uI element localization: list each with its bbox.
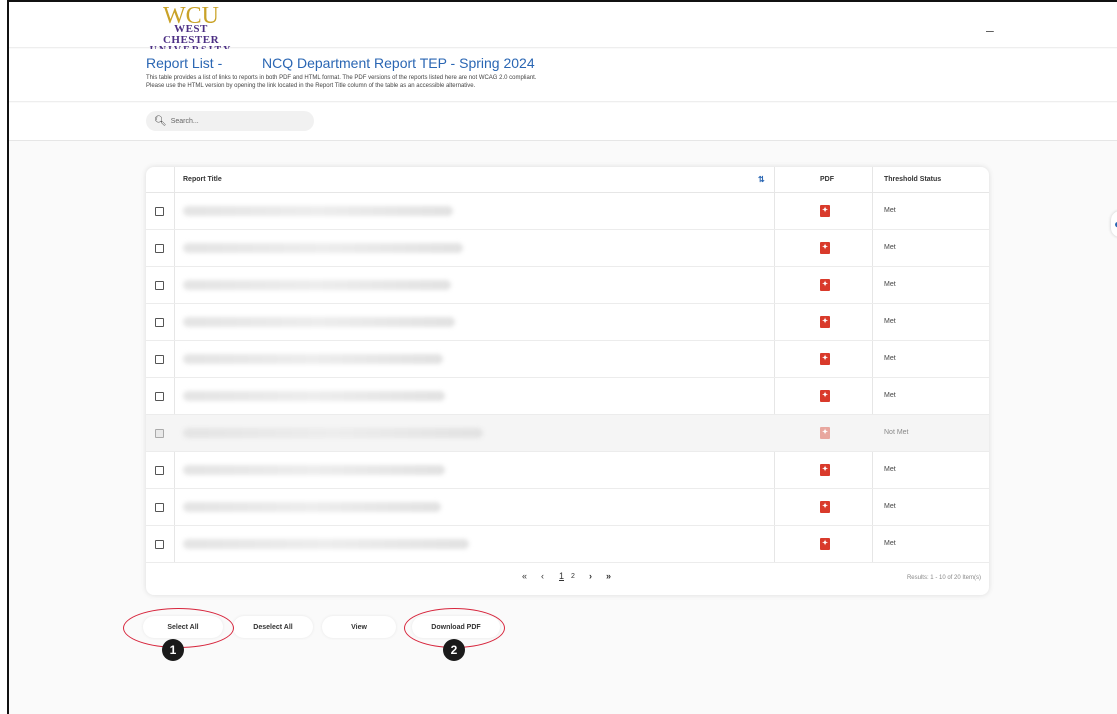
report-title-link[interactable] — [183, 243, 463, 253]
column-pdf: PDF — [820, 176, 834, 183]
next-page-button[interactable]: › — [589, 571, 592, 581]
table-header: Report Title ⇅ PDF Threshold Status — [146, 167, 989, 193]
threshold-status: Met — [884, 392, 896, 399]
pdf-icon[interactable]: ✦ — [820, 353, 830, 365]
threshold-status: Met — [884, 207, 896, 214]
report-table: Report Title ⇅ PDF Threshold Status ✦ Met… — [146, 167, 989, 595]
description-line-1: This table provides a list of links to r… — [146, 75, 537, 81]
column-report-title[interactable]: Report Title — [183, 176, 222, 183]
table-row: ✦ Met — [146, 304, 989, 341]
row-checkbox[interactable] — [155, 207, 164, 216]
minimize-icon[interactable]: – — [986, 22, 994, 38]
pagination: « ‹ 1 2 › » Results: 1 - 10 of 20 Item(s… — [146, 563, 989, 595]
app-frame: WCU WEST CHESTER UNIVERSITY – Report Lis… — [7, 0, 1117, 714]
table-row: ✦ Met — [146, 526, 989, 563]
pdf-icon[interactable]: ✦ — [820, 205, 830, 217]
report-title-link[interactable] — [183, 391, 445, 401]
page-1-button[interactable]: 1 — [559, 571, 564, 581]
annotation-badge-2: 2 — [443, 639, 465, 661]
pdf-icon[interactable]: ✦ — [820, 316, 830, 328]
row-checkbox[interactable] — [155, 318, 164, 327]
report-title-link[interactable] — [183, 354, 443, 364]
row-checkbox[interactable] — [155, 281, 164, 290]
table-row: ✦ Met — [146, 489, 989, 526]
view-button[interactable]: View — [322, 616, 396, 638]
table-row: ✦ Met — [146, 230, 989, 267]
prev-page-button[interactable]: ‹ — [541, 571, 544, 581]
report-title-link[interactable] — [183, 539, 469, 549]
report-description: This table provides a list of links to r… — [146, 74, 746, 90]
row-checkbox — [155, 429, 164, 438]
top-bar: WCU WEST CHESTER UNIVERSITY – — [9, 2, 1117, 56]
logo-wcu: WCU — [163, 3, 219, 29]
threshold-status: Met — [884, 355, 896, 362]
report-title-link[interactable] — [183, 280, 451, 290]
threshold-status: Met — [884, 318, 896, 325]
pdf-icon[interactable]: ✦ — [820, 464, 830, 476]
report-title-link[interactable] — [183, 428, 483, 438]
column-threshold-status: Threshold Status — [884, 176, 942, 183]
pdf-icon: ✦ — [820, 427, 830, 439]
report-title-link[interactable] — [183, 502, 441, 512]
row-checkbox[interactable] — [155, 244, 164, 253]
pdf-icon[interactable]: ✦ — [820, 279, 830, 291]
report-name: NCQ Department Report TEP - Spring 2024 — [262, 55, 535, 71]
threshold-status: Not Met — [884, 429, 909, 436]
search-bar: 🔍︎ Search... — [9, 103, 1117, 141]
table-row: ✦ Met — [146, 193, 989, 230]
first-page-button[interactable]: « — [522, 571, 527, 581]
table-row: ✦ Not Met — [146, 415, 989, 452]
table-row: ✦ Met — [146, 267, 989, 304]
threshold-status: Met — [884, 281, 896, 288]
description-line-2: Please use the HTML version by opening t… — [146, 83, 476, 89]
pdf-icon[interactable]: ✦ — [820, 538, 830, 550]
report-list-label: Report List - — [146, 55, 223, 71]
table-row: ✦ Met — [146, 452, 989, 489]
search-input[interactable]: 🔍︎ Search... — [146, 111, 314, 131]
report-title-link[interactable] — [183, 465, 445, 475]
sort-icon[interactable]: ⇅ — [758, 175, 765, 184]
deselect-all-button[interactable]: Deselect All — [233, 616, 313, 638]
search-icon: 🔍︎ — [154, 115, 167, 127]
threshold-status: Met — [884, 503, 896, 510]
row-checkbox[interactable] — [155, 355, 164, 364]
table-row: ✦ Met — [146, 341, 989, 378]
report-header: Report List - NCQ Department Report TEP … — [9, 49, 1117, 102]
results-count: Results: 1 - 10 of 20 Item(s) — [906, 575, 981, 581]
logo-west-chester: WEST CHESTER — [162, 23, 220, 46]
pdf-icon[interactable]: ✦ — [820, 501, 830, 513]
report-title-link[interactable] — [183, 206, 453, 216]
row-checkbox[interactable] — [155, 392, 164, 401]
accessibility-icon[interactable]: ● — [1111, 211, 1117, 237]
search-placeholder: Search... — [170, 117, 199, 125]
row-checkbox[interactable] — [155, 466, 164, 475]
threshold-status: Met — [884, 244, 896, 251]
last-page-button[interactable]: » — [606, 571, 611, 581]
threshold-status: Met — [884, 540, 896, 547]
row-checkbox[interactable] — [155, 503, 164, 512]
row-checkbox[interactable] — [155, 540, 164, 549]
report-title-link[interactable] — [183, 317, 455, 327]
annotation-badge-1: 1 — [162, 639, 184, 661]
page-2-button[interactable]: 2 — [571, 573, 575, 580]
threshold-status: Met — [884, 466, 896, 473]
table-row: ✦ Met — [146, 378, 989, 415]
pdf-icon[interactable]: ✦ — [820, 390, 830, 402]
pdf-icon[interactable]: ✦ — [820, 242, 830, 254]
